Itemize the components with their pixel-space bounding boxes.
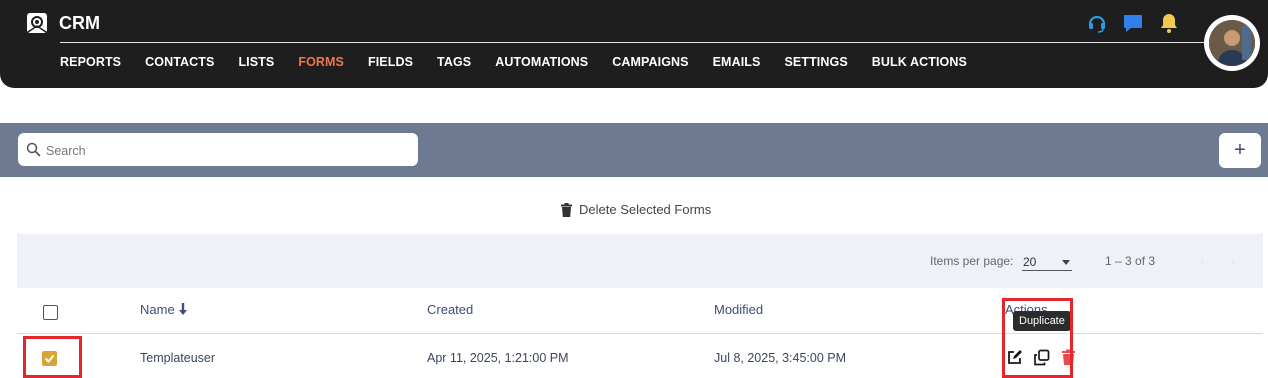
nav-item-contacts[interactable]: CONTACTS — [145, 55, 214, 69]
select-all-checkbox[interactable] — [43, 305, 58, 320]
column-header-name-label: Name — [140, 302, 175, 317]
table-header: Name Created Modified Actions — [17, 290, 1263, 334]
items-per-page-value: 20 — [1023, 255, 1037, 269]
nav-item-reports[interactable]: REPORTS — [60, 55, 121, 69]
actions-highlight-box — [1002, 298, 1073, 378]
pagination-bar: Items per page: 20 1 – 3 of 3 ‹ › — [17, 234, 1263, 288]
nav-divider — [60, 42, 1210, 43]
top-navigation-bar: CRM REPORTS CONTACTS LISTS FORMS FIELDS … — [0, 0, 1268, 88]
delete-selected-label: Delete Selected Forms — [579, 202, 712, 217]
search-icon — [26, 142, 41, 157]
chat-icon[interactable] — [1122, 12, 1144, 34]
notification-bell-icon[interactable] — [1158, 12, 1180, 34]
add-form-button[interactable]: + — [1219, 133, 1261, 168]
crm-logo-icon[interactable] — [25, 11, 49, 35]
row-created: Apr 11, 2025, 1:21:00 PM — [427, 351, 569, 365]
delete-selected-forms-button[interactable]: Delete Selected Forms — [560, 202, 711, 217]
pagination-range: 1 – 3 of 3 — [1105, 254, 1156, 268]
nav-item-bulk-actions[interactable]: BULK ACTIONS — [872, 55, 967, 69]
nav-item-forms[interactable]: FORMS — [298, 55, 344, 69]
row-modified: Jul 8, 2025, 3:45:00 PM — [714, 351, 847, 365]
row-name[interactable]: Templateuser — [140, 351, 215, 365]
main-nav: REPORTS CONTACTS LISTS FORMS FIELDS TAGS… — [60, 55, 991, 69]
column-header-name[interactable]: Name — [140, 302, 188, 317]
nav-item-settings[interactable]: SETTINGS — [784, 55, 847, 69]
app-name: CRM — [59, 13, 100, 33]
search-box — [18, 133, 418, 168]
avatar-image — [1209, 20, 1255, 66]
search-input[interactable] — [44, 133, 408, 168]
column-header-modified[interactable]: Modified — [714, 302, 763, 317]
nav-item-lists[interactable]: LISTS — [238, 55, 274, 69]
avatar-photo — [1209, 20, 1255, 66]
nav-item-fields[interactable]: FIELDS — [368, 55, 413, 69]
previous-page-icon[interactable]: ‹ — [1200, 252, 1205, 268]
next-page-icon[interactable]: › — [1231, 252, 1236, 268]
items-per-page-select[interactable]: 20 — [1022, 252, 1072, 271]
chevron-down-icon — [1062, 260, 1070, 265]
items-per-page-label: Items per page: — [930, 254, 1014, 268]
checkbox-highlight-box — [23, 336, 82, 378]
nav-item-automations[interactable]: AUTOMATIONS — [495, 55, 588, 69]
nav-item-tags[interactable]: TAGS — [437, 55, 471, 69]
nav-item-campaigns[interactable]: CAMPAIGNS — [612, 55, 688, 69]
user-avatar[interactable] — [1204, 15, 1260, 71]
nav-item-emails[interactable]: EMAILS — [713, 55, 761, 69]
support-headset-icon[interactable] — [1086, 12, 1108, 34]
forms-toolbar: + — [0, 123, 1268, 177]
column-header-created[interactable]: Created — [427, 302, 473, 317]
sort-arrow-down-icon — [179, 303, 188, 315]
trash-icon — [561, 202, 572, 217]
